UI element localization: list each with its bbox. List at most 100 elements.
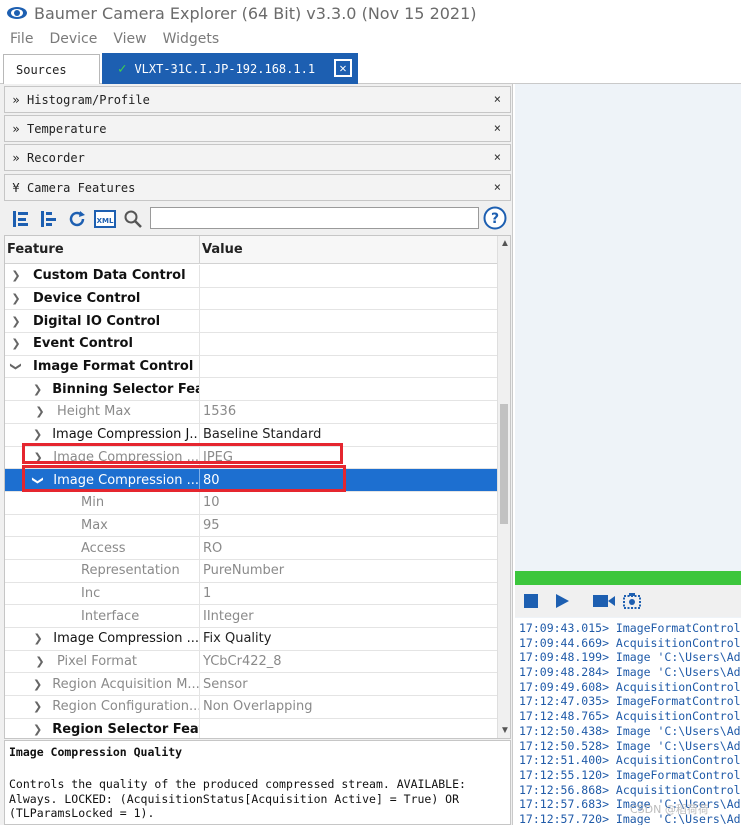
- property-value: RO: [203, 540, 223, 556]
- snapshot-icon[interactable]: [622, 591, 642, 611]
- category-row[interactable]: ❯ Event Control: [5, 333, 498, 356]
- feature-label: Pixel Format: [57, 654, 138, 670]
- help-icon[interactable]: ?: [483, 206, 507, 230]
- subcategory-row[interactable]: ❯ Region Selector Features: [5, 718, 498, 738]
- category-row-expanded[interactable]: ❯ Image Format Control: [5, 355, 498, 379]
- dock-histogram[interactable]: » Histogram/Profile ×: [4, 86, 511, 113]
- feature-label: Event Control: [33, 336, 133, 352]
- feature-label: Binning Selector Features: [52, 381, 199, 397]
- property-label: Min: [81, 495, 105, 511]
- property-row[interactable]: Representation PureNumber: [5, 559, 498, 583]
- dock-recorder[interactable]: » Recorder ×: [4, 144, 511, 171]
- log-line: 17:12:48.765> AcquisitionControl: [519, 709, 741, 724]
- log-line: 17:09:44.669> AcquisitionControl: [519, 635, 741, 650]
- log-line: 17:12:50.528> Image 'C:\Users\Adm: [519, 738, 741, 753]
- menu-view[interactable]: View: [113, 31, 146, 47]
- acquisition-controls: [515, 585, 741, 617]
- expand-icon[interactable]: »: [5, 151, 27, 165]
- play-icon[interactable]: [554, 593, 570, 609]
- property-row[interactable]: Max 95: [5, 514, 498, 538]
- video-camera-icon[interactable]: [592, 593, 616, 609]
- feature-row[interactable]: ❯ Region Acquisition M... Sensor: [5, 673, 498, 697]
- feature-label: Image Format Control: [33, 359, 194, 375]
- scroll-up-icon[interactable]: ▲: [500, 238, 510, 249]
- stop-icon[interactable]: [524, 594, 538, 608]
- column-feature[interactable]: Feature: [5, 236, 200, 263]
- close-icon[interactable]: ×: [494, 150, 501, 164]
- property-value: IInteger: [203, 608, 254, 624]
- feature-row[interactable]: ❯ Image Compression ... Fix Quality: [5, 628, 498, 651]
- property-value: 10: [203, 495, 220, 511]
- column-value[interactable]: Value: [200, 236, 243, 263]
- menu-widgets[interactable]: Widgets: [163, 31, 220, 47]
- close-icon[interactable]: ×: [494, 180, 501, 194]
- tab-sources[interactable]: Sources: [3, 54, 100, 84]
- close-tab-icon[interactable]: ✕: [334, 59, 352, 77]
- log-line: 17:09:43.015> ImageFormatControl: [519, 621, 741, 635]
- feature-label: Height Max: [57, 404, 131, 420]
- scroll-down-icon[interactable]: ▼: [500, 725, 510, 736]
- category-row[interactable]: ❯ Device Control: [5, 287, 498, 311]
- feature-label: Region Selector Features: [52, 722, 199, 738]
- chevron-right-icon[interactable]: ❯: [9, 337, 23, 350]
- category-row[interactable]: ❯ Custom Data Control: [5, 265, 498, 288]
- chevron-down-icon[interactable]: ❯: [10, 360, 23, 374]
- property-row[interactable]: Min 10: [5, 491, 498, 515]
- dock-camera-features[interactable]: ¥ Camera Features ×: [4, 174, 511, 201]
- watermark: CSDN @稻荷荷: [630, 803, 709, 816]
- svg-text:XML: XML: [97, 217, 114, 225]
- scrollbar-thumb[interactable]: [500, 404, 508, 524]
- close-icon[interactable]: ×: [494, 92, 501, 106]
- property-label: Interface: [81, 608, 140, 624]
- property-row[interactable]: Interface IInteger: [5, 605, 498, 628]
- feature-label: Region Acquisition M...: [52, 676, 200, 692]
- chevron-right-icon[interactable]: ❯: [33, 632, 43, 645]
- grid-scrollbar[interactable]: ▲ ▼: [497, 236, 510, 738]
- window-title: Baumer Camera Explorer (64 Bit) v3.3.0 (…: [34, 3, 477, 23]
- dock-label: Camera Features: [27, 180, 136, 195]
- log-line: 17:12:55.120> ImageFormatControl: [519, 767, 741, 782]
- chevron-right-icon[interactable]: ❯: [33, 723, 42, 736]
- collapse-icon[interactable]: ¥: [5, 181, 27, 195]
- subcategory-row[interactable]: ❯ Binning Selector Features: [5, 378, 498, 402]
- collapse-all-icon[interactable]: [38, 208, 60, 230]
- expand-all-icon[interactable]: [10, 208, 32, 230]
- property-row[interactable]: Inc 1: [5, 582, 498, 606]
- chevron-right-icon[interactable]: ❯: [33, 655, 47, 668]
- highlight-box-compression-mode: [22, 443, 343, 464]
- feature-search-input[interactable]: [150, 207, 479, 229]
- chevron-right-icon[interactable]: ❯: [9, 315, 23, 328]
- feature-row[interactable]: ❯ Height Max 1536: [5, 401, 498, 424]
- feature-row[interactable]: ❯ Pixel Format YCbCr422_8: [5, 650, 498, 674]
- feature-value: Sensor: [203, 676, 248, 692]
- expand-icon[interactable]: »: [5, 93, 27, 107]
- xml-export-icon[interactable]: XML: [94, 208, 116, 230]
- eye-app-icon: [7, 7, 27, 19]
- feature-row[interactable]: ❯ Region Configuration... Non Overlapping: [5, 696, 498, 719]
- close-icon[interactable]: ×: [494, 121, 501, 135]
- refresh-icon[interactable]: [66, 208, 88, 230]
- menu-file[interactable]: File: [10, 31, 33, 47]
- chevron-right-icon[interactable]: ❯: [33, 428, 42, 441]
- dock-temperature[interactable]: » Temperature ×: [4, 115, 511, 142]
- log-line: 17:09:49.608> AcquisitionControl: [519, 679, 741, 694]
- tab-camera[interactable]: ✓ VLXT-31C.I.JP-192.168.1.1 ✕: [102, 53, 358, 84]
- log-line: 17:09:48.284> Image 'C:\Users\Adm: [519, 665, 741, 680]
- log-line: 17:12:47.035> ImageFormatControl: [519, 694, 741, 709]
- feature-value[interactable]: Fix Quality: [203, 628, 271, 650]
- property-value: PureNumber: [203, 563, 285, 579]
- grid-header: Feature Value: [5, 236, 498, 264]
- expand-icon[interactable]: »: [5, 122, 27, 136]
- category-row[interactable]: ❯ Digital IO Control: [5, 310, 498, 334]
- menu-device[interactable]: Device: [49, 31, 97, 47]
- dock-label: Histogram/Profile: [27, 92, 150, 107]
- chevron-right-icon[interactable]: ❯: [33, 383, 42, 396]
- search-icon[interactable]: [122, 208, 144, 230]
- chevron-right-icon[interactable]: ❯: [9, 292, 23, 305]
- property-row[interactable]: Access RO: [5, 537, 498, 560]
- chevron-right-icon[interactable]: ❯: [33, 405, 47, 418]
- connected-check-icon: ✓: [118, 60, 127, 77]
- chevron-right-icon[interactable]: ❯: [9, 269, 23, 282]
- chevron-right-icon[interactable]: ❯: [33, 700, 42, 713]
- chevron-right-icon[interactable]: ❯: [33, 678, 42, 691]
